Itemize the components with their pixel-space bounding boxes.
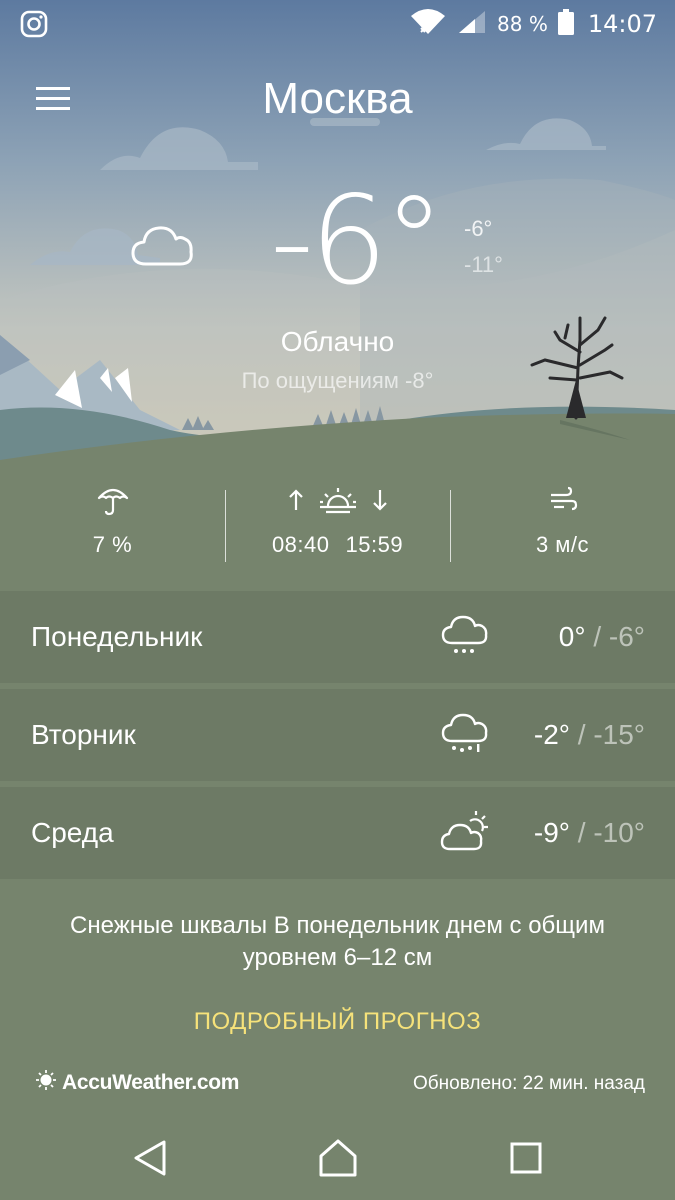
city-title[interactable]: Москва [0,74,675,124]
forecast-day: Среда [31,817,114,848]
forecast-day: Понедельник [31,621,203,652]
wind-icon [548,486,578,519]
condition-text: Облачно [280,326,395,357]
instagram-icon [20,10,48,42]
battery-icon [557,9,574,39]
forecast-temps: -9° / -10° [534,817,645,849]
forecast-high: -2° [533,719,570,750]
weather-screen: 88 % 14:07 Москва -6° -6° -11° Облачно П… [0,0,675,1200]
recents-icon[interactable] [509,1138,543,1183]
wind-stat: 3 м/с [450,482,675,570]
forecast-day: Вторник [31,719,136,750]
accuweather-logo[interactable]: AccuWeather.com [36,1070,239,1096]
umbrella-icon [96,484,130,521]
forecast-list: Понедельник 0° / -6° Вторник -2° / -15° … [0,591,675,885]
current-temperature: -6° [270,170,445,312]
snow-cloud-icon [440,613,490,659]
temp-high: -6° [464,216,493,241]
wind-value: 3 м/с [535,532,590,557]
forecast-high: -9° [533,817,570,848]
temp-low: -11° [464,252,503,277]
forecast-temps: -2° / -15° [534,719,645,751]
forecast-separator: / [585,621,609,652]
forecast-row-monday[interactable]: Понедельник 0° / -6° [0,591,675,683]
clock: 14:07 [587,10,657,38]
precipitation-stat: 7 % [0,482,225,570]
stats-row: 7 % 08:40 15:59 3 м/с [0,482,675,570]
forecast-row-tuesday[interactable]: Вторник -2° / -15° [0,689,675,781]
detailed-forecast-link[interactable]: ПОДРОБНЫЙ ПРОГНОЗ [0,1008,675,1036]
forecast-row-wednesday[interactable]: Среда -9° / -10° [0,787,675,879]
forecast-low: -15° [593,719,645,750]
navigation-bar [0,1120,675,1200]
weather-alert-text: Снежные шквалы В понедельник днем с общи… [70,912,605,971]
wifi-icon [409,8,447,40]
forecast-low: -10° [593,817,645,848]
sunset-time: 15:59 [345,532,404,557]
arrow-down-icon [372,488,388,517]
forecast-low: -6° [608,621,645,652]
forecast-temps: 0° / -6° [559,621,645,653]
cell-signal-icon [457,9,487,39]
updated-text: Обновлено: 22 мин. назад [413,1073,645,1094]
status-bar: 88 % 14:07 [0,0,675,48]
forecast-high: 0° [558,621,586,652]
sunrise-sunset-icon [318,486,358,519]
forecast-separator: / [569,719,594,750]
cloud-icon [130,222,196,273]
home-icon[interactable] [318,1138,358,1183]
feels-like-text: По ощущениям -8° [241,368,434,393]
arrow-up-icon [288,488,304,517]
sun-stat: 08:40 15:59 [225,482,450,570]
forecast-separator: / [569,817,594,848]
sun-logo-icon [36,1070,56,1096]
partly-sunny-icon [440,809,490,855]
sunrise-time: 08:40 [271,532,330,557]
snow-cloud-icon [440,711,490,757]
battery-percent: 88 % [497,12,548,36]
provider-name: AccuWeather.com [62,1071,240,1094]
back-icon[interactable] [132,1138,168,1183]
precipitation-value: 7 % [92,532,133,557]
